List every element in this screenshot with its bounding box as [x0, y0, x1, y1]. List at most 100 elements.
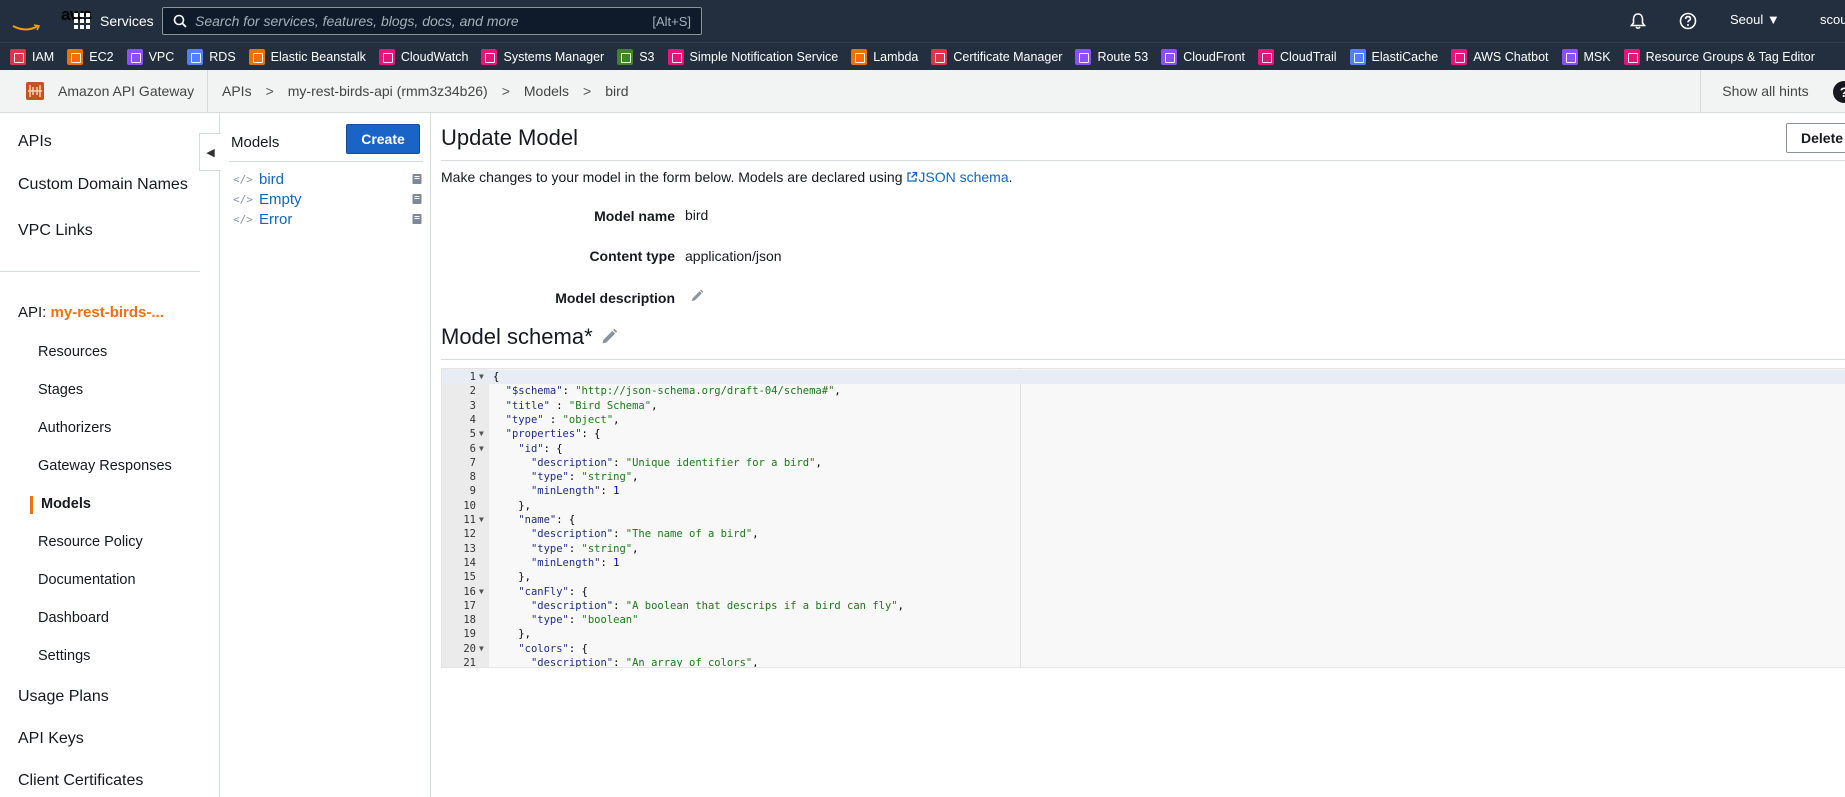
service-icon [248, 48, 265, 65]
intro-end: . [1008, 169, 1013, 185]
code-text: "description": "The name of a bird", [530, 528, 759, 541]
service-icon [10, 48, 26, 65]
service-home-link[interactable]: Amazon API Gateway [0, 70, 208, 112]
fold-toggle-icon[interactable]: ▼ [479, 442, 484, 456]
nav-authorizers[interactable]: Authorizers [38, 420, 111, 436]
nav-apis[interactable]: APIs [18, 133, 52, 151]
help-icon[interactable] [1678, 11, 1698, 31]
schema-code-editor[interactable]: 1 ▼{2 "$schema": "http://json-schema.org/… [441, 368, 1845, 668]
code-text: "minLength": 1 [530, 556, 620, 569]
favorite-resource-groups-tag-editor[interactable]: Resource Groups & Tag Editor [1623, 48, 1815, 65]
line-number: 5 [469, 428, 476, 441]
nav-client-certificates[interactable]: Client Certificates [18, 772, 143, 790]
favorite-rds[interactable]: RDS [187, 48, 236, 65]
docs-book-icon[interactable] [411, 173, 423, 185]
region-selector[interactable]: Seoul ▼ [1730, 12, 1780, 27]
top-navigation-bar: aws Services [Alt+S] Seoul ▼ scourg [0, 0, 1845, 42]
docs-book-icon[interactable] [411, 193, 423, 205]
search-input[interactable] [195, 13, 653, 29]
external-link-icon [907, 171, 918, 182]
favorite-cloudtrail[interactable]: CloudTrail [1258, 48, 1337, 65]
nav-api-keys[interactable]: API Keys [18, 730, 84, 748]
nav-settings[interactable]: Settings [38, 648, 90, 664]
code-text: { [493, 371, 500, 383]
favorite-iam[interactable]: IAM [10, 48, 54, 65]
favorite-simple-notification-service[interactable]: Simple Notification Service [667, 48, 838, 65]
line-number: 17 [463, 599, 476, 612]
aws-logo[interactable]: aws [10, 6, 92, 36]
model-item-empty[interactable]: </> Empty [233, 189, 423, 209]
line-number: 20 [463, 642, 476, 655]
line-number: 21 [463, 657, 476, 668]
favorite-lambda[interactable]: Lambda [851, 48, 918, 65]
fold-toggle-icon[interactable]: ▼ [479, 585, 484, 599]
breadcrumb-separator: > [501, 83, 510, 99]
nav-models[interactable]: Models [41, 496, 91, 512]
favorite-systems-manager[interactable]: Systems Manager [481, 48, 604, 65]
fold-toggle-icon[interactable]: ▼ [479, 370, 484, 384]
nav-usage-plans[interactable]: Usage Plans [18, 688, 109, 706]
nav-vpc-links[interactable]: VPC Links [18, 222, 93, 240]
favorite-s3[interactable]: S3 [617, 48, 655, 65]
global-search[interactable]: [Alt+S] [162, 7, 702, 35]
favorite-msk[interactable]: MSK [1561, 48, 1611, 65]
favorite-label: Resource Groups & Tag Editor [1645, 49, 1815, 64]
favorite-elastic-beanstalk[interactable]: Elastic Beanstalk [248, 48, 366, 65]
nav-current-api[interactable]: API: my-rest-birds-... [18, 304, 164, 321]
code-line: 19 }, [442, 627, 1845, 641]
code-icon: </> [233, 212, 253, 226]
fold-toggle-icon[interactable]: ▼ [479, 513, 484, 527]
bell-icon[interactable] [1628, 11, 1648, 31]
breadcrumb: APIs > my-rest-birds-api (rmm3z34b26) > … [222, 70, 629, 112]
service-icon [931, 48, 948, 65]
api-prefix: API: [18, 304, 47, 321]
json-schema-link[interactable]: JSON schema [906, 169, 1009, 185]
favorite-elasticache[interactable]: ElastiCache [1349, 48, 1438, 65]
model-name[interactable]: bird [259, 171, 411, 188]
code-line: 7 "description": "Unique identifier for … [442, 456, 1845, 470]
favorite-ec2[interactable]: EC2 [67, 48, 114, 65]
favorite-aws-chatbot[interactable]: AWS Chatbot [1451, 48, 1549, 65]
breadcrumb-apis[interactable]: APIs [222, 83, 252, 99]
models-panel-title: Models [231, 134, 280, 151]
nav-stages[interactable]: Stages [38, 382, 83, 398]
breadcrumb-api[interactable]: my-rest-birds-api (rmm3z34b26) [288, 83, 488, 99]
favorites-bar: IAM EC2 VPC RDS Elastic Beanstalk CloudWatch S… [0, 42, 1845, 70]
model-name[interactable]: Error [259, 211, 411, 228]
model-item-bird[interactable]: </> bird [233, 169, 423, 189]
favorite-vpc[interactable]: VPC [126, 48, 174, 65]
services-menu-button[interactable]: Services [74, 10, 154, 32]
account-menu[interactable]: scourg [1820, 12, 1845, 27]
code-text: }, [493, 628, 531, 641]
collapse-nav-button[interactable]: ◀ [199, 133, 221, 171]
show-all-hints-button[interactable]: Show all hints [1700, 70, 1830, 112]
nav-documentation[interactable]: Documentation [38, 572, 136, 588]
nav-resource-policy[interactable]: Resource Policy [38, 534, 143, 550]
nav-custom-domain-names[interactable]: Custom Domain Names [18, 176, 188, 194]
service-icon [126, 48, 143, 65]
model-name[interactable]: Empty [259, 191, 411, 208]
favorite-cloudfront[interactable]: CloudFront [1161, 48, 1245, 65]
favorite-certificate-manager[interactable]: Certificate Manager [931, 48, 1062, 65]
code-line: 1 ▼ { [442, 370, 1845, 384]
fold-toggle-icon[interactable]: ▼ [479, 642, 484, 656]
edit-description-pencil-icon[interactable] [690, 289, 704, 303]
active-indicator [30, 496, 33, 514]
nav-dashboard[interactable]: Dashboard [38, 610, 109, 626]
favorite-cloudwatch[interactable]: CloudWatch [378, 48, 468, 65]
breadcrumb-models[interactable]: Models [524, 83, 569, 99]
code-line: 8 "type": "string", [442, 470, 1845, 484]
hint-help-icon[interactable]: ? [1833, 81, 1845, 103]
delete-model-button[interactable]: Delete [1786, 123, 1845, 153]
code-text: "canFly": { [518, 585, 588, 598]
nav-resources[interactable]: Resources [38, 344, 107, 360]
code-text: "type": "string", [530, 542, 639, 555]
edit-schema-pencil-icon[interactable] [600, 328, 618, 346]
nav-gateway-responses[interactable]: Gateway Responses [38, 458, 172, 474]
line-number: 7 [469, 456, 476, 469]
create-model-button[interactable]: Create [346, 124, 420, 154]
docs-book-icon[interactable] [411, 213, 423, 225]
fold-toggle-icon[interactable]: ▼ [479, 427, 484, 441]
model-item-error[interactable]: </> Error [233, 209, 423, 229]
favorite-route-53[interactable]: Route 53 [1075, 48, 1148, 65]
